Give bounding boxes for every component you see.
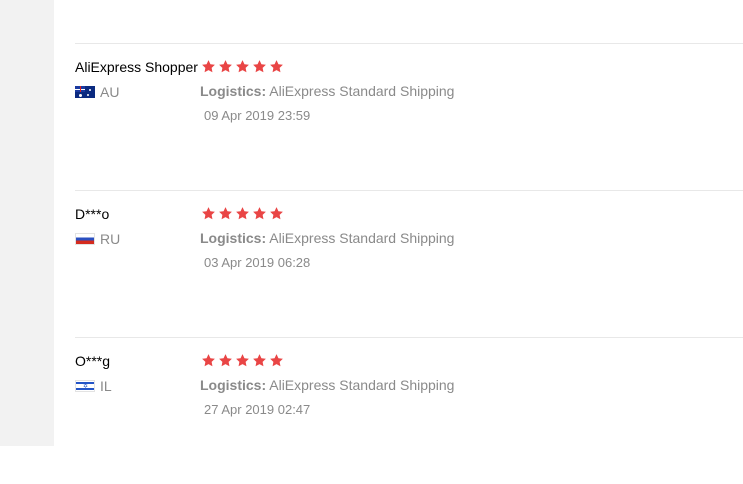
reviewer-name: AliExpress Shopper	[75, 59, 198, 75]
star-rating	[201, 206, 284, 221]
star-icon	[269, 206, 284, 221]
star-icon	[235, 206, 250, 221]
review-date: 09 Apr 2019 23:59	[204, 108, 311, 123]
star-icon	[218, 59, 233, 74]
review-item: AliExpress Shopper AU Logistics: AliExpr…	[75, 44, 743, 190]
review-item: O***g ✡ IL Logistics: AliExpress Standar…	[75, 338, 743, 484]
country-code: AU	[100, 84, 120, 100]
star-icon	[252, 206, 267, 221]
australia-flag-icon	[75, 86, 95, 98]
logistics-label: Logistics:	[200, 83, 267, 99]
star-icon	[269, 353, 284, 368]
logistics-label: Logistics:	[200, 377, 267, 393]
reviewer-country: AU	[75, 84, 119, 100]
logistics-info: Logistics: AliExpress Standard Shipping	[200, 230, 454, 246]
reviewer-country: ✡ IL	[75, 378, 112, 394]
reviewer-country: RU	[75, 231, 120, 247]
star-icon	[218, 206, 233, 221]
left-gutter	[0, 0, 54, 446]
israel-flag-icon: ✡	[75, 380, 95, 392]
reviewer-name: O***g	[75, 353, 111, 369]
star-icon	[201, 59, 216, 74]
country-code: IL	[100, 378, 112, 394]
logistics-value: AliExpress Standard Shipping	[269, 83, 455, 99]
star-icon	[201, 353, 216, 368]
star-icon	[201, 206, 216, 221]
logistics-info: Logistics: AliExpress Standard Shipping	[200, 83, 454, 99]
reviewer-name: D***o	[75, 206, 110, 222]
logistics-value: AliExpress Standard Shipping	[269, 377, 455, 393]
russia-flag-icon	[75, 233, 95, 245]
star-icon	[252, 59, 267, 74]
star-rating	[201, 353, 284, 368]
review-date: 03 Apr 2019 06:28	[204, 255, 311, 270]
review-date: 27 Apr 2019 02:47	[204, 402, 311, 417]
star-icon	[269, 59, 284, 74]
star-icon	[235, 59, 250, 74]
logistics-value: AliExpress Standard Shipping	[269, 230, 455, 246]
logistics-label: Logistics:	[200, 230, 267, 246]
star-icon	[218, 353, 233, 368]
logistics-info: Logistics: AliExpress Standard Shipping	[200, 377, 454, 393]
star-rating	[201, 59, 284, 74]
country-code: RU	[100, 231, 121, 247]
star-icon	[235, 353, 250, 368]
review-list: AliExpress Shopper AU Logistics: AliExpr…	[54, 0, 743, 446]
review-item: D***o RU Logistics: AliExpress Standard …	[75, 191, 743, 337]
star-icon	[252, 353, 267, 368]
